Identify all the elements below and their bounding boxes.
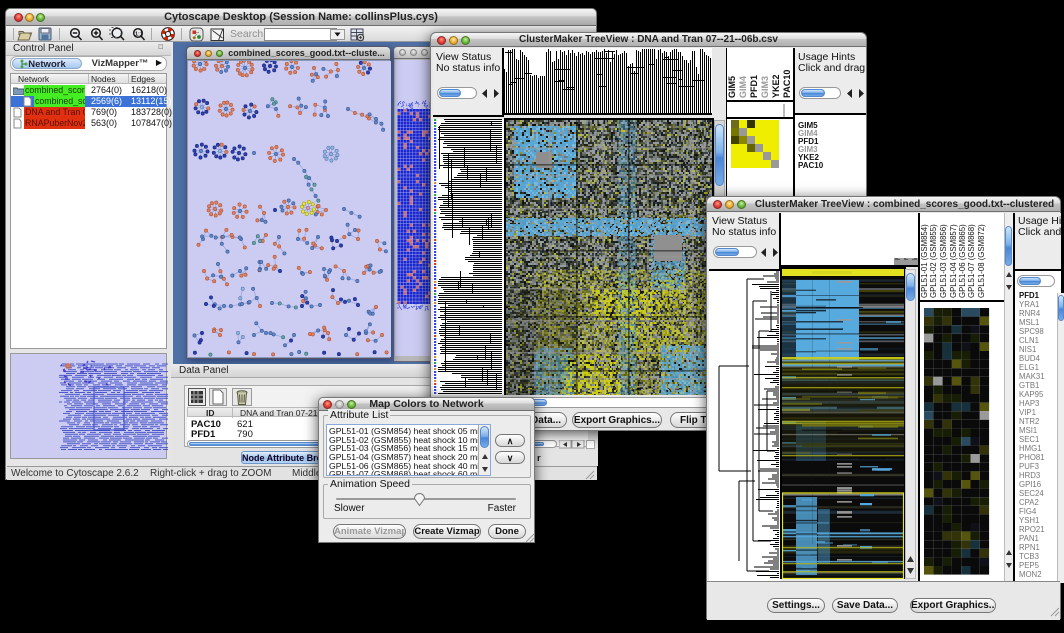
svg-text:1:1: 1:1 [135,31,143,37]
svg-text:GIM3: GIM3 [760,76,770,98]
svg-text:YKE2: YKE2 [771,74,781,98]
svg-text:GPL51-01 (GSM854): GPL51-01 (GSM854) [920,224,929,298]
svg-text:GPL51-07 (GSM868): GPL51-07 (GSM868) [967,224,976,298]
svg-text:GPL51-03 (GSM856): GPL51-03 (GSM856) [939,224,948,298]
svg-text:GPL51-06 (GSM865): GPL51-06 (GSM865) [958,224,967,298]
svg-text:GIM4: GIM4 [738,76,748,98]
svg-text:GPL51-08 (GSM872): GPL51-08 (GSM872) [977,224,986,298]
svg-text:GPL51-04 (GSM857): GPL51-04 (GSM857) [949,224,958,298]
svg-text:PAC10: PAC10 [782,70,792,98]
svg-text:Search:: Search: [230,28,266,40]
svg-text:GIM5: GIM5 [727,76,737,98]
svg-text:PFD1: PFD1 [749,75,759,98]
svg-text:GPL51-02 (GSM855): GPL51-02 (GSM855) [929,224,938,298]
